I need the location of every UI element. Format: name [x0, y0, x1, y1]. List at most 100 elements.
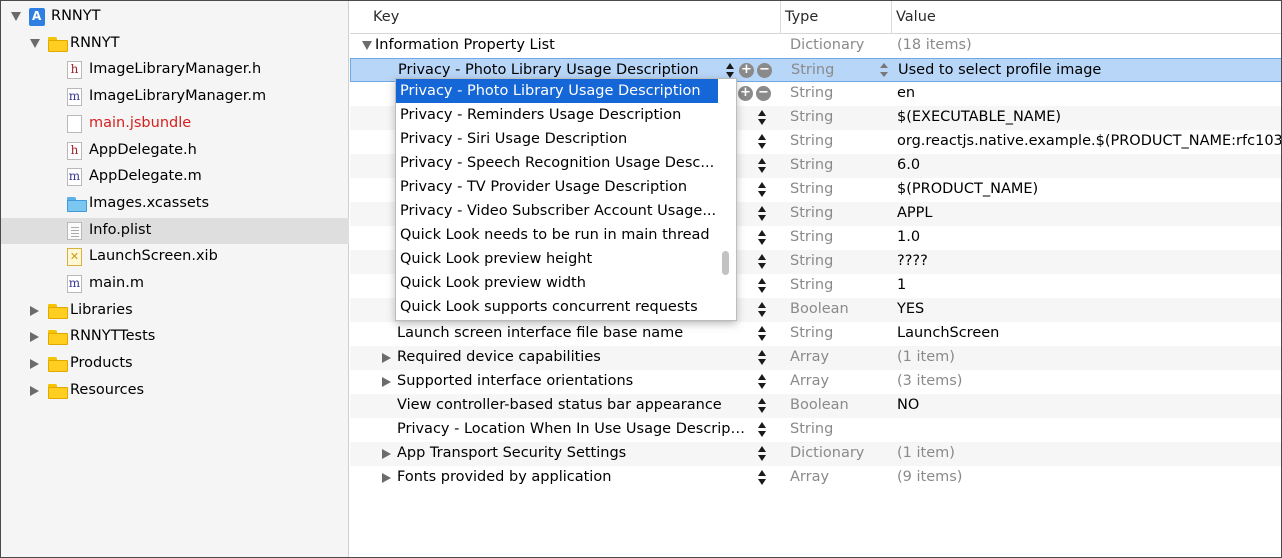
plist-root-row[interactable]: Information Property List Dictionary (18 i…: [350, 34, 1281, 58]
plist-type[interactable]: String: [790, 421, 833, 437]
disclosure-expanded-icon[interactable]: [362, 41, 372, 50]
disclosure-collapsed-icon[interactable]: [382, 377, 391, 387]
plist-type[interactable]: Dictionary: [790, 37, 864, 53]
plus-circle-icon[interactable]: +: [738, 86, 753, 101]
plist-row[interactable]: Supported interface orientations Array (3 …: [350, 370, 1281, 394]
navigator-item[interactable]: m main.m: [1, 271, 349, 297]
plist-row[interactable]: Required device capabilities Array (1 item…: [350, 346, 1281, 370]
plist-type[interactable]: Array: [790, 349, 829, 365]
dropdown-option[interactable]: Quick Look needs to be run in main threa…: [396, 223, 718, 247]
plist-type[interactable]: String: [790, 253, 833, 269]
column-divider[interactable]: [780, 1, 781, 34]
plist-value[interactable]: en: [897, 85, 915, 101]
key-stepper-icon[interactable]: [757, 181, 767, 199]
plist-type[interactable]: Boolean: [790, 301, 849, 317]
minus-circle-icon[interactable]: −: [757, 63, 772, 78]
disclosure-collapsed-icon[interactable]: [30, 305, 40, 316]
plist-key[interactable]: Privacy - Photo Library Usage Descriptio…: [398, 62, 699, 78]
plist-value[interactable]: Used to select profile image: [898, 62, 1101, 78]
plist-value[interactable]: (18 items): [897, 37, 972, 53]
plist-type[interactable]: String: [790, 109, 833, 125]
dropdown-option[interactable]: Quick Look preview height: [396, 247, 718, 271]
plist-key[interactable]: Required device capabilities: [397, 349, 601, 365]
navigator-item[interactable]: Resources: [1, 378, 349, 404]
dropdown-option[interactable]: Privacy - Video Subscriber Account Usage…: [396, 199, 718, 223]
navigator-item[interactable]: Products: [1, 351, 349, 377]
navigator-item[interactable]: RNNYT: [1, 4, 349, 30]
dropdown-option[interactable]: Privacy - TV Provider Usage Description: [396, 175, 718, 199]
key-stepper-icon[interactable]: [757, 469, 767, 487]
plist-row[interactable]: Fonts provided by application Array (9 ite…: [350, 466, 1281, 490]
plist-key[interactable]: View controller-based status bar appeara…: [397, 397, 722, 413]
plist-type[interactable]: Array: [790, 469, 829, 485]
disclosure-collapsed-icon[interactable]: [30, 385, 40, 396]
key-stepper-icon[interactable]: [757, 325, 767, 343]
plist-value[interactable]: $(PRODUCT_NAME): [897, 181, 1038, 197]
plist-type[interactable]: String: [790, 157, 833, 173]
dropdown-option[interactable]: Privacy - Reminders Usage Description: [396, 103, 718, 127]
key-stepper-icon[interactable]: [757, 301, 767, 319]
key-stepper-icon[interactable]: [757, 133, 767, 151]
plist-value[interactable]: ????: [897, 253, 928, 269]
navigator-item[interactable]: ✕ LaunchScreen.xib: [1, 244, 349, 270]
plist-value[interactable]: 1.0: [897, 229, 920, 245]
plist-key[interactable]: Privacy - Location When In Use Usage Des…: [397, 421, 747, 437]
plist-row[interactable]: App Transport Security Settings Dictionar…: [350, 442, 1281, 466]
disclosure-collapsed-icon[interactable]: [382, 449, 391, 459]
plist-type[interactable]: Boolean: [790, 397, 849, 413]
plist-row[interactable]: Privacy - Location When In Use Usage Des…: [350, 418, 1281, 442]
disclosure-collapsed-icon[interactable]: [382, 473, 391, 483]
plist-type[interactable]: Array: [790, 373, 829, 389]
plist-value[interactable]: 6.0: [897, 157, 920, 173]
key-stepper-icon[interactable]: [757, 277, 767, 295]
dropdown-option[interactable]: Quick Look preview width: [396, 271, 718, 295]
value-column-header[interactable]: Value: [896, 9, 936, 25]
key-stepper-icon[interactable]: [757, 421, 767, 439]
navigator-item[interactable]: Images.xcassets: [1, 191, 349, 217]
navigator-item[interactable]: h AppDelegate.h: [1, 138, 349, 164]
key-stepper-icon[interactable]: [757, 445, 767, 463]
navigator-item[interactable]: m AppDelegate.m: [1, 164, 349, 190]
dropdown-scrollbar[interactable]: [722, 251, 729, 275]
key-autocomplete-dropdown[interactable]: Privacy - Photo Library Usage Descriptio…: [395, 78, 737, 321]
plist-value[interactable]: (3 items): [897, 373, 962, 389]
plist-value[interactable]: LaunchScreen: [897, 325, 999, 341]
key-stepper-icon[interactable]: [757, 229, 767, 247]
plist-value[interactable]: org.reactjs.native.example.$(PRODUCT_NAM…: [897, 133, 1281, 149]
plist-row[interactable]: Launch screen interface file base name St…: [350, 322, 1281, 346]
plist-value[interactable]: $(EXECUTABLE_NAME): [897, 109, 1061, 125]
plist-value[interactable]: (9 items): [897, 469, 962, 485]
type-column-header[interactable]: Type: [785, 9, 818, 25]
plist-type[interactable]: Dictionary: [790, 445, 864, 461]
key-stepper-icon[interactable]: [757, 349, 767, 367]
plist-type[interactable]: String: [790, 325, 833, 341]
plist-value[interactable]: 1: [897, 277, 906, 293]
plist-key[interactable]: Launch screen interface file base name: [397, 325, 683, 341]
plist-value[interactable]: NO: [897, 397, 919, 413]
key-stepper-icon[interactable]: [757, 157, 767, 175]
plist-type[interactable]: String: [790, 133, 833, 149]
navigator-item[interactable]: Info.plist: [1, 217, 349, 244]
plist-type[interactable]: String: [790, 277, 833, 293]
disclosure-expanded-icon[interactable]: [11, 12, 21, 22]
plist-type[interactable]: String: [790, 205, 833, 221]
disclosure-collapsed-icon[interactable]: [30, 332, 40, 343]
minus-circle-icon[interactable]: −: [756, 86, 771, 101]
navigator-item[interactable]: RNNYT: [1, 31, 349, 57]
navigator-item[interactable]: main.jsbundle: [1, 111, 349, 137]
disclosure-expanded-icon[interactable]: [30, 38, 40, 49]
key-column-header[interactable]: Key: [373, 9, 399, 25]
plist-key[interactable]: Supported interface orientations: [397, 373, 633, 389]
plist-row[interactable]: View controller-based status bar appeara…: [350, 394, 1281, 418]
plist-type[interactable]: String: [791, 62, 834, 78]
navigator-item[interactable]: h ImageLibraryManager.h: [1, 57, 349, 83]
navigator-item[interactable]: Libraries: [1, 298, 349, 324]
plist-key[interactable]: Information Property List: [375, 37, 555, 53]
plist-value[interactable]: (1 item): [897, 349, 955, 365]
navigator-item[interactable]: m ImageLibraryManager.m: [1, 84, 349, 110]
dropdown-option[interactable]: Quick Look supports concurrent requests: [396, 295, 718, 319]
plist-value[interactable]: YES: [897, 301, 924, 317]
column-divider[interactable]: [891, 1, 892, 34]
key-stepper-icon[interactable]: [757, 397, 767, 415]
disclosure-collapsed-icon[interactable]: [30, 359, 40, 370]
